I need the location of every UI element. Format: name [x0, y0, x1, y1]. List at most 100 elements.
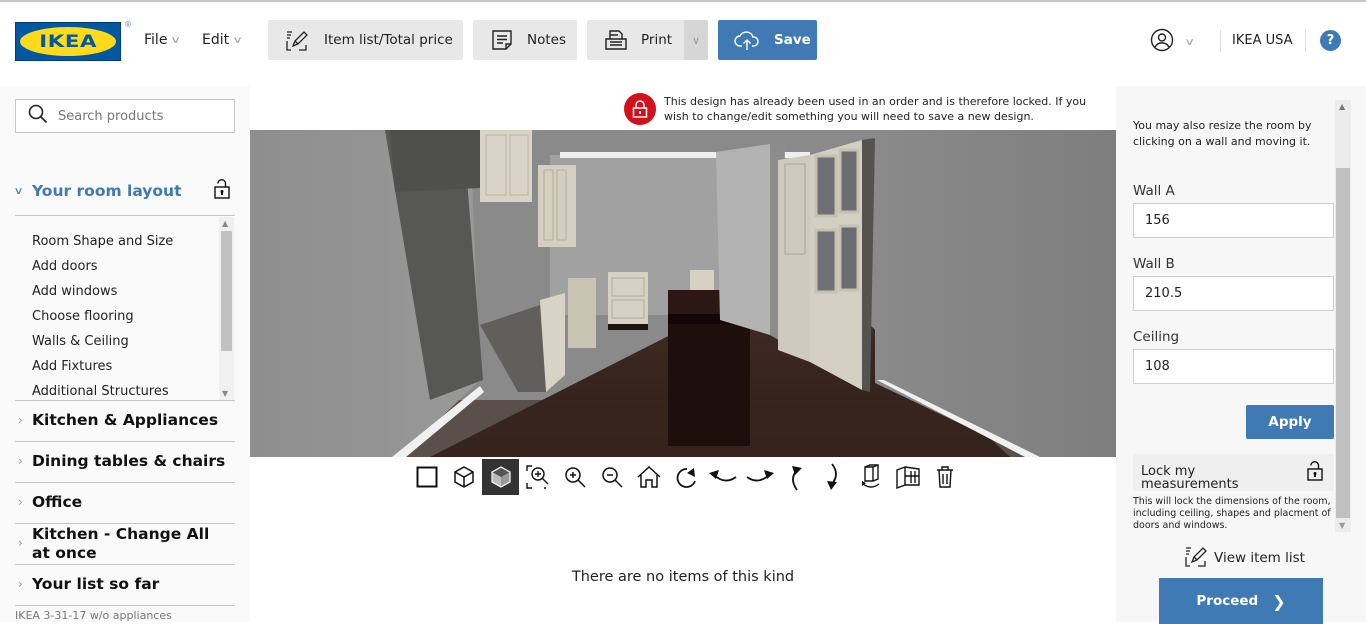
base-cabinet: [608, 272, 648, 324]
pencil-list-icon: [284, 28, 310, 52]
print-icon: [603, 28, 629, 52]
item-list-label: Item list/Total price: [324, 32, 453, 48]
room-size-panel: ▲ ▼ You may also resize the room by clic…: [1116, 86, 1366, 624]
search-input[interactable]: [58, 108, 208, 124]
2d-view-icon[interactable]: [408, 459, 445, 495]
zoom-in-icon[interactable]: [556, 459, 593, 495]
view-toolbar: [408, 459, 963, 495]
view-item-list-link[interactable]: View item list: [1184, 545, 1305, 571]
user-icon: [1150, 28, 1174, 56]
file-menu-label: File: [144, 32, 168, 48]
wall-b-label: Wall B: [1133, 256, 1175, 272]
lock-measurements-toggle[interactable]: Lock my measurements: [1133, 454, 1334, 491]
chevron-right-icon: ›: [18, 413, 23, 427]
unlock-icon[interactable]: [213, 178, 231, 204]
print-label: Print: [641, 32, 673, 48]
search-icon: [28, 104, 48, 128]
help-button[interactable]: ?: [1320, 30, 1341, 51]
room-layout-list: Room Shape and Size Add doors Add window…: [15, 217, 235, 400]
print-button[interactable]: Print ∨: [587, 20, 708, 60]
panel-scrollbar[interactable]: ▲ ▼: [1335, 100, 1351, 532]
3d-viewport[interactable]: [250, 130, 1116, 457]
save-button[interactable]: Save: [718, 20, 817, 60]
ikea-logo[interactable]: IKEA ®: [15, 20, 132, 61]
rotate-object-icon[interactable]: [852, 459, 889, 495]
room-layout-header[interactable]: ∨ Your room layout: [13, 179, 235, 216]
ceiling-label: Ceiling: [1133, 329, 1180, 345]
category-label: Kitchen & Appliances: [32, 411, 219, 429]
scroll-up-icon[interactable]: ▲: [222, 219, 228, 228]
room-layout-item[interactable]: Walls & Ceiling: [32, 334, 129, 349]
rotate-icon[interactable]: [667, 459, 704, 495]
wall-b-input[interactable]: [1133, 276, 1334, 311]
room-layout-item[interactable]: Add Fixtures: [32, 359, 112, 374]
edit-menu[interactable]: Edit ∨: [202, 32, 244, 48]
scroll-up-icon[interactable]: ▲: [1339, 102, 1345, 111]
scrollbar-thumb[interactable]: [221, 231, 232, 351]
category-label: Office: [32, 493, 83, 511]
category-kitchen-appliances[interactable]: › Kitchen & Appliances: [15, 401, 235, 442]
notes-icon: [489, 28, 515, 52]
chevron-right-icon: ›: [18, 536, 23, 550]
pencil-list-icon: [1184, 545, 1208, 571]
turn-left-icon[interactable]: [704, 459, 741, 495]
search-box[interactable]: [15, 99, 235, 133]
empty-items-message: There are no items of this kind: [571, 569, 795, 585]
scroll-down-icon[interactable]: ▼: [1339, 521, 1345, 530]
item-list-button[interactable]: Item list/Total price: [268, 20, 463, 60]
category-label: Your list so far: [32, 575, 160, 593]
proceed-label: Proceed: [1196, 593, 1259, 609]
scrollbar-thumb[interactable]: [1336, 168, 1350, 518]
room-layout-item[interactable]: Room Shape and Size: [32, 234, 173, 249]
planner-area: This design has already been used in an …: [250, 86, 1116, 622]
chevron-right-icon: ›: [18, 577, 23, 591]
tilt-down-icon[interactable]: [815, 459, 852, 495]
proceed-button[interactable]: Proceed ❯: [1159, 578, 1323, 624]
registered-mark: ®: [124, 20, 132, 29]
trash-icon[interactable]: [926, 459, 963, 495]
file-menu[interactable]: File ∨: [144, 32, 182, 48]
lock-measurements-description: This will lock the dimensions of the roo…: [1133, 496, 1331, 531]
chevron-down-icon: ∨: [13, 186, 24, 197]
account-menu[interactable]: ∨: [1150, 28, 1195, 56]
room-layout-item[interactable]: Add doors: [32, 259, 98, 274]
3d-view-icon[interactable]: [445, 459, 482, 495]
edit-menu-label: Edit: [202, 32, 230, 48]
country-selector[interactable]: IKEA USA: [1232, 33, 1293, 48]
category-office[interactable]: › Office: [15, 483, 235, 524]
walls-icon[interactable]: [889, 459, 926, 495]
wall-a-input[interactable]: [1133, 203, 1334, 238]
left-sidebar: ∨ Your room layout Room Shape and Size A…: [0, 86, 250, 622]
chevron-down-icon: ∨: [232, 34, 244, 46]
ceiling-input[interactable]: [1133, 349, 1334, 384]
locked-notice: This design has already been used in an …: [624, 93, 1104, 125]
save-label: Save: [774, 32, 811, 48]
notes-button[interactable]: Notes: [473, 20, 577, 60]
room-layout-item[interactable]: Add windows: [32, 284, 117, 299]
divider: [1220, 30, 1221, 52]
scroll-down-icon[interactable]: ▼: [222, 389, 228, 398]
chevron-right-icon: ›: [18, 454, 23, 468]
resize-hint: You may also resize the room by clicking…: [1133, 119, 1312, 148]
room-layout-item[interactable]: Choose flooring: [32, 309, 134, 324]
room-layout-scrollbar[interactable]: ▲ ▼: [219, 217, 234, 400]
3d-solid-view-icon[interactable]: [482, 459, 519, 495]
category-your-list[interactable]: › Your list so far: [15, 565, 235, 606]
room-layout-item[interactable]: Additional Structures: [32, 384, 169, 399]
app-header: IKEA ® File ∨ Edit ∨ Item list/Total pri…: [0, 2, 1366, 86]
chevron-down-icon: ∨: [170, 34, 182, 46]
zoom-fit-icon[interactable]: [519, 459, 556, 495]
cloud-upload-icon: [734, 28, 760, 52]
apply-button[interactable]: Apply: [1246, 405, 1334, 439]
lock-icon: [624, 93, 656, 125]
unlock-icon[interactable]: [1306, 460, 1324, 486]
zoom-out-icon[interactable]: [593, 459, 630, 495]
divider: [1305, 30, 1306, 52]
home-view-icon[interactable]: [630, 459, 667, 495]
tilt-up-icon[interactable]: [778, 459, 815, 495]
category-dining[interactable]: › Dining tables & chairs: [15, 442, 235, 483]
category-kitchen-change-all[interactable]: › Kitchen - Change All at once: [15, 524, 235, 565]
turn-right-icon[interactable]: [741, 459, 778, 495]
print-options-dropdown[interactable]: ∨: [684, 20, 708, 60]
lock-measurements-label: Lock my measurements: [1141, 464, 1239, 492]
